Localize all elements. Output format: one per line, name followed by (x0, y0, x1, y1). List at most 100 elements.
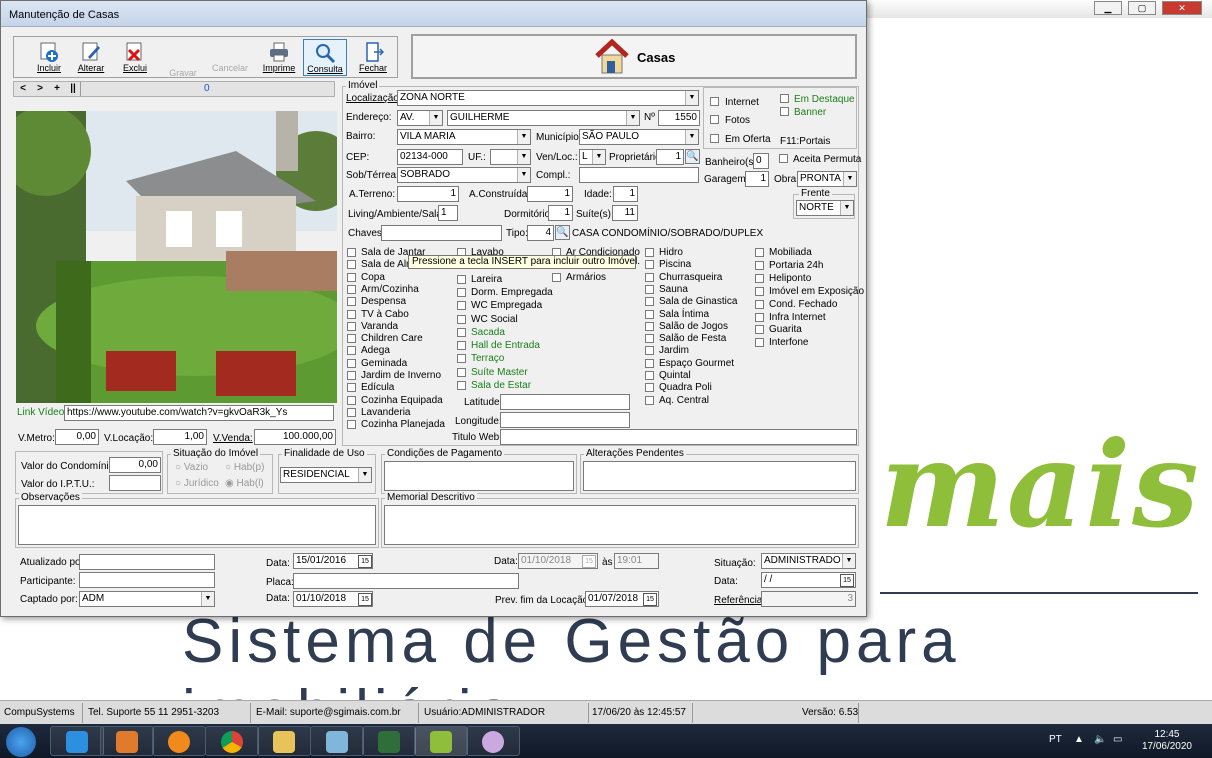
clock[interactable]: 12:45 17/06/2020 (1142, 729, 1192, 753)
proprietario-search-icon[interactable]: 🔍 (685, 149, 700, 164)
feature-checkbox[interactable] (347, 346, 356, 355)
fechar-button[interactable]: Fechar (356, 39, 390, 76)
taskbar-chrome[interactable] (205, 726, 259, 756)
captado-select[interactable]: ADM ▼ (79, 591, 215, 607)
condominio-input[interactable]: 0,00 (109, 457, 161, 473)
feature-checkbox[interactable] (645, 322, 654, 331)
dormitorio-input[interactable]: 1 (548, 205, 573, 221)
suites-input[interactable]: 11 (612, 205, 638, 221)
taskbar-paint[interactable] (466, 726, 520, 756)
close-button[interactable]: ✕ (1162, 1, 1202, 15)
feature-checkbox[interactable] (347, 334, 356, 343)
municipio-select[interactable]: SÃO PAULO ▼ (579, 129, 699, 145)
juridico-radio[interactable]: ○ Jurídico (175, 478, 219, 489)
participante-input[interactable] (79, 572, 215, 588)
start-button[interactable] (6, 727, 36, 757)
feature-checkbox[interactable] (755, 287, 764, 296)
compl-input[interactable] (579, 167, 699, 183)
atualizado-input[interactable] (79, 554, 215, 570)
alteracoes-pendentes-textarea[interactable] (583, 461, 856, 491)
taskbar-app[interactable] (310, 726, 364, 756)
calendar-icon[interactable]: 15 (358, 593, 372, 606)
language-indicator[interactable]: PT (1049, 734, 1062, 745)
gravar-button[interactable]: Gravar (166, 39, 200, 78)
chaves-input[interactable] (381, 225, 502, 241)
taskbar-explorer[interactable] (257, 726, 311, 756)
feature-checkbox[interactable] (645, 371, 654, 380)
feature-checkbox[interactable] (645, 346, 654, 355)
memorial-textarea[interactable] (384, 505, 856, 545)
obra-select[interactable]: PRONTA ▼ (797, 171, 857, 187)
alterar-button[interactable]: Alterar (74, 39, 108, 76)
consulta-button[interactable]: Consulta (303, 39, 347, 76)
feature-checkbox[interactable] (755, 325, 764, 334)
next-record-button[interactable]: > (33, 83, 47, 95)
feature-checkbox[interactable] (645, 260, 654, 269)
prev-record-button[interactable]: < (16, 83, 30, 95)
endereco-tipo-select[interactable]: AV. ▼ (397, 110, 443, 126)
feature-checkbox[interactable] (347, 383, 356, 392)
feature-checkbox[interactable] (347, 248, 356, 257)
cep-input[interactable]: 02134-000 (397, 149, 463, 165)
cancelar-button[interactable]: Cancelar (210, 39, 250, 76)
feature-checkbox[interactable] (645, 310, 654, 319)
add-record-button[interactable]: + (50, 83, 64, 95)
titulo-web-input[interactable] (500, 429, 857, 445)
feature-checkbox[interactable] (347, 273, 356, 282)
calendar-icon[interactable]: 15 (358, 555, 372, 568)
feature-checkbox[interactable] (755, 300, 764, 309)
situacao-select[interactable]: ADMINISTRADO ▼ (761, 553, 856, 569)
tipo-input[interactable]: 4 (527, 225, 554, 241)
feature-checkbox[interactable] (645, 273, 654, 282)
internet-checkbox[interactable] (710, 97, 719, 106)
finalidade-select[interactable]: RESIDENCIAL ▼ (280, 467, 372, 483)
feature-checkbox[interactable] (755, 313, 764, 322)
imprime-button[interactable]: Imprime (262, 39, 296, 76)
referencia-input[interactable]: 3 (761, 591, 856, 607)
feature-checkbox[interactable] (645, 396, 654, 405)
link-video-input[interactable]: https://www.youtube.com/watch?v=gkvOaR3k… (64, 405, 334, 421)
network-icon[interactable]: ▭ (1113, 734, 1122, 745)
habp-radio[interactable]: ○ Hab(p) (225, 462, 264, 473)
taskbar-avast[interactable] (152, 726, 206, 756)
aceita-permuta-checkbox[interactable] (779, 154, 788, 163)
habl-radio[interactable]: ◉ Hab(l) (225, 478, 264, 489)
volume-icon[interactable]: 🔈 (1094, 734, 1106, 745)
feature-checkbox[interactable] (755, 261, 764, 270)
feature-checkbox[interactable] (457, 354, 466, 363)
localizacao-select[interactable]: ZONA NORTE ▼ (397, 90, 699, 106)
feature-checkbox[interactable] (347, 359, 356, 368)
calendar-icon[interactable]: 15 (643, 593, 657, 606)
feature-checkbox[interactable] (347, 408, 356, 417)
taskbar-media[interactable] (100, 726, 154, 756)
iptu-input[interactable] (109, 475, 161, 491)
feature-checkbox[interactable] (645, 334, 654, 343)
feature-checkbox[interactable] (347, 396, 356, 405)
venloc-select[interactable]: L ▼ (579, 149, 606, 165)
feature-checkbox[interactable] (457, 315, 466, 324)
numero-input[interactable]: 1550 (658, 110, 700, 126)
vlocacao-input[interactable]: 1,00 (153, 429, 207, 445)
feature-checkbox[interactable] (457, 275, 466, 284)
excluir-button[interactable]: Exclui (118, 39, 152, 76)
incluir-button[interactable]: Incluir (32, 39, 66, 76)
pause-button[interactable]: || (66, 83, 80, 95)
feature-checkbox[interactable] (645, 297, 654, 306)
calendar-icon[interactable]: 15 (840, 574, 854, 587)
feature-checkbox[interactable] (347, 420, 356, 429)
hora-input[interactable]: 19:01 (614, 553, 659, 569)
feature-checkbox[interactable] (457, 288, 466, 297)
maximize-button[interactable]: ▢ (1128, 1, 1156, 15)
feature-checkbox[interactable] (347, 285, 356, 294)
tipo-search-icon[interactable]: 🔍 (555, 225, 570, 240)
condicoes-pagamento-textarea[interactable] (384, 461, 574, 491)
bairro-select[interactable]: VILA MARIA ▼ (397, 129, 531, 145)
feature-checkbox[interactable] (347, 297, 356, 306)
latitude-input[interactable] (500, 394, 630, 410)
taskbar-ie[interactable] (50, 726, 104, 756)
living-input[interactable]: 1 (438, 205, 458, 221)
taskbar-sgi[interactable] (414, 726, 468, 756)
feature-checkbox[interactable] (645, 248, 654, 257)
banner-checkbox[interactable] (780, 107, 789, 116)
sobterrea-select[interactable]: SOBRADO ▼ (397, 167, 531, 183)
